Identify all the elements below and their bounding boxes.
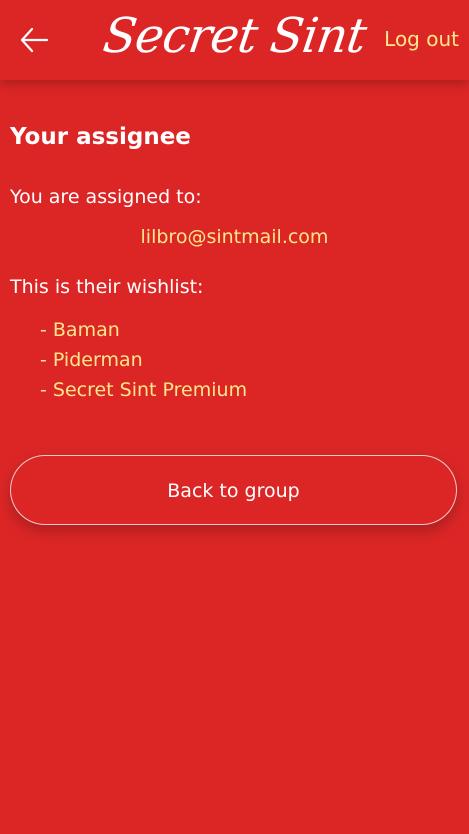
page-title: Your assignee xyxy=(10,124,191,150)
wishlist: - Baman - Piderman - Secret Sint Premium xyxy=(40,315,459,405)
assignee-section: Your assignee You are assigned to: lilbr… xyxy=(10,80,459,405)
logout-link[interactable]: Log out xyxy=(384,26,459,52)
assignee-email: lilbro@sintmail.com xyxy=(140,226,329,248)
wishlist-item: - Secret Sint Premium xyxy=(40,379,248,401)
top-bar: Secret Sint Log out xyxy=(0,0,469,80)
wishlist-label: This is their wishlist: xyxy=(10,276,204,298)
wishlist-item: - Baman xyxy=(40,319,120,341)
wishlist-item: - Piderman xyxy=(40,349,143,371)
assigned-label: You are assigned to: xyxy=(10,186,202,208)
back-to-group-button[interactable]: Back to group xyxy=(10,455,457,525)
